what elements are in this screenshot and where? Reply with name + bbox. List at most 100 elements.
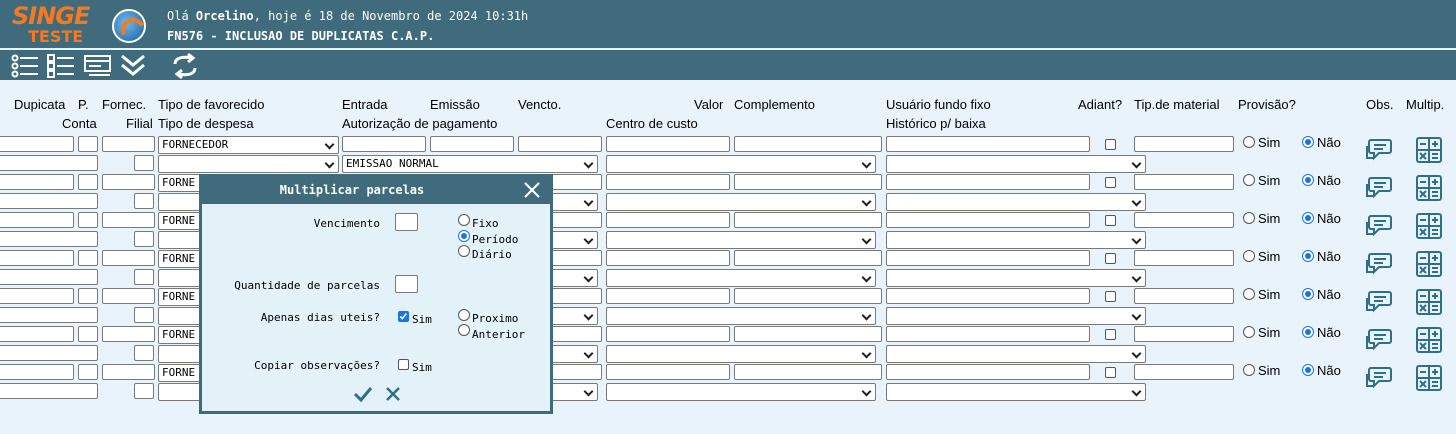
complemento-input[interactable] <box>734 288 882 304</box>
complemento-input[interactable] <box>734 326 882 342</box>
provisao-sim-radio[interactable] <box>1243 136 1255 148</box>
duplicata-input[interactable] <box>0 364 74 380</box>
provisao-nao-radio[interactable] <box>1302 288 1314 300</box>
adiant-checkbox[interactable] <box>1105 291 1116 302</box>
parcela-input[interactable] <box>78 250 98 266</box>
centro-custo-select[interactable] <box>606 345 876 363</box>
provisao-sim-radio[interactable] <box>1243 174 1255 186</box>
conta-input[interactable] <box>0 383 98 399</box>
fornecedor-input[interactable] <box>102 136 155 152</box>
duplicata-input[interactable] <box>0 326 74 342</box>
tip-material-input[interactable] <box>1134 136 1234 152</box>
duplicata-input[interactable] <box>0 174 74 190</box>
centro-custo-select[interactable] <box>606 193 876 211</box>
quantidade-input[interactable] <box>395 275 418 293</box>
provisao-nao-radio[interactable] <box>1302 326 1314 338</box>
fornecedor-input[interactable] <box>102 288 155 304</box>
autorizacao-select[interactable]: EMISSAO NORMAL <box>342 155 598 173</box>
filial-input[interactable] <box>134 383 154 399</box>
provisao-sim-radio[interactable] <box>1243 364 1255 376</box>
fornecedor-input[interactable] <box>102 212 155 228</box>
parcela-input[interactable] <box>78 364 98 380</box>
double-chevron-down-icon[interactable] <box>119 52 149 80</box>
complemento-input[interactable] <box>734 364 882 380</box>
provisao-sim-radio[interactable] <box>1243 250 1255 262</box>
obs-chat-icon[interactable] <box>1365 174 1395 202</box>
tipo-despesa-select[interactable] <box>158 155 339 173</box>
usuario-fundo-fixo-input[interactable] <box>886 174 1090 190</box>
duplicata-input[interactable] <box>0 136 74 152</box>
confirm-check-icon[interactable] <box>352 383 374 405</box>
usuario-fundo-fixo-input[interactable] <box>886 326 1090 342</box>
complemento-input[interactable] <box>734 136 882 152</box>
historico-select[interactable] <box>886 231 1146 249</box>
obs-chat-icon[interactable] <box>1365 364 1395 392</box>
conta-input[interactable] <box>0 269 98 285</box>
historico-select[interactable] <box>886 345 1146 363</box>
conta-input[interactable] <box>0 155 98 171</box>
entrada-input[interactable] <box>342 136 426 152</box>
filial-input[interactable] <box>134 307 154 323</box>
valor-input[interactable] <box>606 174 730 190</box>
filial-input[interactable] <box>134 231 154 247</box>
multiplicar-calc-icon[interactable] <box>1414 288 1444 316</box>
parcela-input[interactable] <box>78 288 98 304</box>
adiant-checkbox[interactable] <box>1105 253 1116 264</box>
filial-input[interactable] <box>134 155 154 171</box>
tipo-favorecido-select[interactable]: FORNECEDOR <box>158 136 339 154</box>
dias-uteis-checkbox[interactable] <box>398 311 409 322</box>
radio-proximo[interactable] <box>458 309 470 321</box>
tip-material-input[interactable] <box>1134 288 1234 304</box>
complemento-input[interactable] <box>734 250 882 266</box>
tip-material-input[interactable] <box>1134 212 1234 228</box>
checklist-icon[interactable] <box>46 52 76 80</box>
adiant-checkbox[interactable] <box>1105 139 1116 150</box>
radio-fixo[interactable] <box>458 214 470 226</box>
usuario-fundo-fixo-input[interactable] <box>886 364 1090 380</box>
fornecedor-input[interactable] <box>102 174 155 190</box>
parcela-input[interactable] <box>78 326 98 342</box>
copiar-obs-checkbox[interactable] <box>398 359 409 370</box>
list-icon[interactable] <box>10 52 40 80</box>
card-icon[interactable] <box>83 52 113 80</box>
parcela-input[interactable] <box>78 174 98 190</box>
valor-input[interactable] <box>606 288 730 304</box>
historico-select[interactable] <box>886 193 1146 211</box>
parcela-input[interactable] <box>78 212 98 228</box>
duplicata-input[interactable] <box>0 288 74 304</box>
provisao-sim-radio[interactable] <box>1243 288 1255 300</box>
provisao-sim-radio[interactable] <box>1243 326 1255 338</box>
valor-input[interactable] <box>606 326 730 342</box>
filial-input[interactable] <box>134 269 154 285</box>
tip-material-input[interactable] <box>1134 174 1234 190</box>
obs-chat-icon[interactable] <box>1365 288 1395 316</box>
multiplicar-calc-icon[interactable] <box>1414 364 1444 392</box>
usuario-fundo-fixo-input[interactable] <box>886 136 1090 152</box>
centro-custo-select[interactable] <box>606 231 876 249</box>
historico-select[interactable] <box>886 155 1146 173</box>
conta-input[interactable] <box>0 231 98 247</box>
radio-anterior[interactable] <box>458 324 470 336</box>
cancel-x-icon[interactable] <box>382 383 404 405</box>
provisao-sim-radio[interactable] <box>1243 212 1255 224</box>
filial-input[interactable] <box>134 193 154 209</box>
tip-material-input[interactable] <box>1134 326 1234 342</box>
valor-input[interactable] <box>606 136 730 152</box>
adiant-checkbox[interactable] <box>1105 329 1116 340</box>
fornecedor-input[interactable] <box>102 250 155 266</box>
adiant-checkbox[interactable] <box>1105 215 1116 226</box>
multiplicar-calc-icon[interactable] <box>1414 212 1444 240</box>
provisao-nao-radio[interactable] <box>1302 212 1314 224</box>
filial-input[interactable] <box>134 345 154 361</box>
fornecedor-input[interactable] <box>102 364 155 380</box>
usuario-fundo-fixo-input[interactable] <box>886 288 1090 304</box>
valor-input[interactable] <box>606 364 730 380</box>
conta-input[interactable] <box>0 345 98 361</box>
obs-chat-icon[interactable] <box>1365 212 1395 240</box>
historico-select[interactable] <box>886 383 1146 401</box>
provisao-nao-radio[interactable] <box>1302 250 1314 262</box>
refresh-icon[interactable] <box>170 52 200 80</box>
conta-input[interactable] <box>0 193 98 209</box>
close-icon[interactable] <box>522 180 542 200</box>
tip-material-input[interactable] <box>1134 364 1234 380</box>
